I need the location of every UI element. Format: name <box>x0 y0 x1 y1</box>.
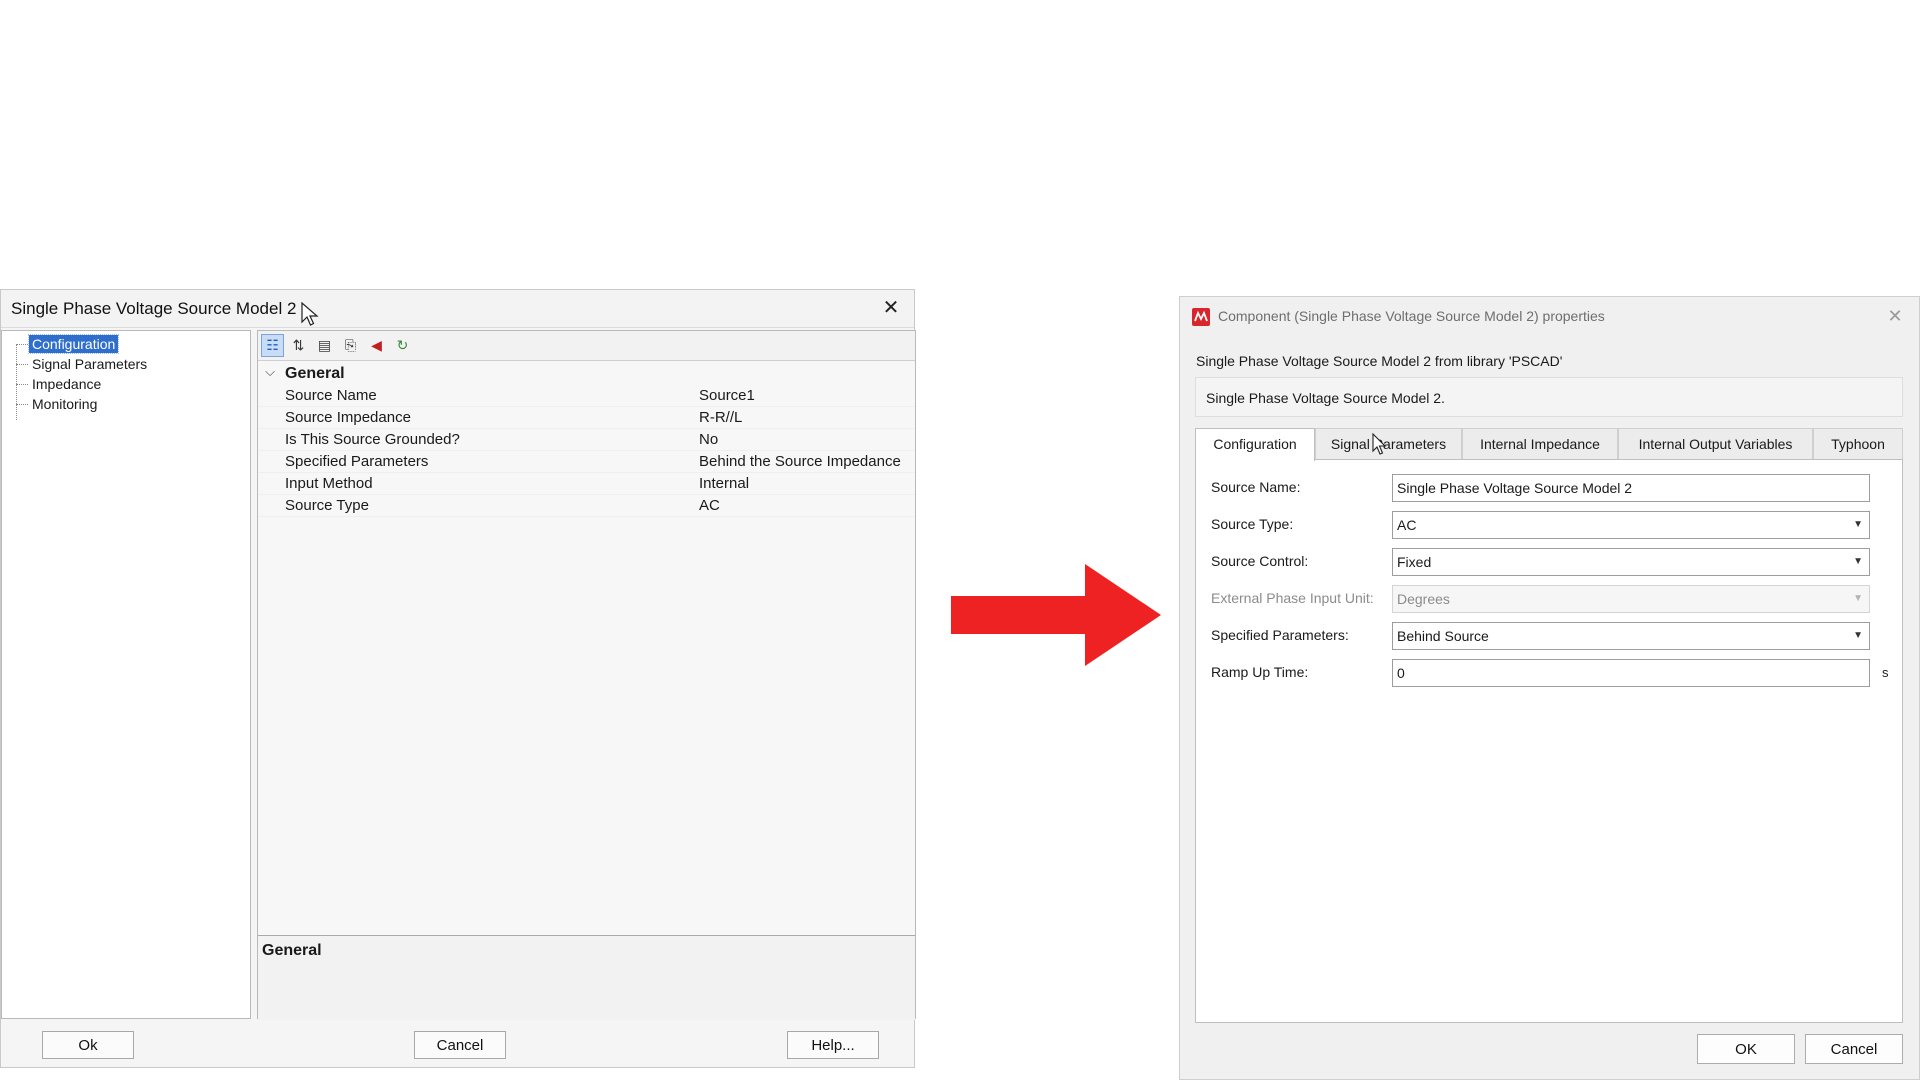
refresh-icon[interactable]: ↻ <box>391 334 414 357</box>
field-row-external-phase-unit: External Phase Input Unit: Degrees ▼ <box>1196 583 1902 613</box>
categorized-icon[interactable]: ☷ <box>261 334 284 357</box>
component-properties-dialog: Component (Single Phase Voltage Source M… <box>1179 296 1920 1080</box>
component-description-box: Single Phase Voltage Source Model 2. <box>1195 377 1903 417</box>
close-icon[interactable]: ✕ <box>878 295 904 321</box>
property-value[interactable]: AC <box>699 495 720 517</box>
property-name: Source Type <box>285 497 369 514</box>
arrow-shape <box>951 564 1161 666</box>
export-icon[interactable]: ⎘ <box>339 334 362 357</box>
tab-internal-output-variables[interactable]: Internal Output Variables <box>1618 428 1813 460</box>
property-grid-rows: ⌵ General Source Name Source1 Source Imp… <box>258 362 915 762</box>
collapse-chevron-icon[interactable]: ⌵ <box>262 364 278 380</box>
source-name-label: Source Name: <box>1211 479 1301 495</box>
tab-strip: Configuration Signal Parameters Internal… <box>1195 428 1905 461</box>
dropdown-caret-icon: ▼ <box>1853 593 1863 604</box>
close-icon[interactable]: ✕ <box>1883 304 1907 328</box>
source-control-select[interactable]: Fixed ▼ <box>1392 548 1870 576</box>
property-grid: ☷ ⇅ ▤ ⎘ ◀ ↻ ⌵ General Source Name Source… <box>257 330 916 1020</box>
category-label: General <box>285 365 345 382</box>
sort-alphabetical-icon[interactable]: ⇅ <box>287 334 310 357</box>
source-type-select[interactable]: AC ▼ <box>1392 511 1870 539</box>
property-name: Is This Source Grounded? <box>285 431 460 448</box>
mouse-cursor-icon <box>301 302 319 326</box>
ok-button[interactable]: Ok <box>42 1031 134 1059</box>
dropdown-caret-icon: ▼ <box>1853 519 1863 530</box>
property-value[interactable]: No <box>699 429 718 451</box>
tree-item-label: Impedance <box>32 376 102 392</box>
property-row-specified-parameters[interactable]: Specified Parameters Behind the Source I… <box>258 451 915 473</box>
left-dialog-title: Single Phase Voltage Source Model 2 <box>11 299 297 318</box>
category-row: ⌵ General <box>258 362 915 386</box>
property-name: Source Impedance <box>285 409 411 426</box>
ramp-up-time-input[interactable] <box>1392 659 1870 687</box>
description-title: General <box>262 942 322 959</box>
property-grid-toolbar: ☷ ⇅ ▤ ⎘ ◀ ↻ <box>258 331 915 361</box>
component-description: Single Phase Voltage Source Model 2. <box>1206 390 1445 406</box>
property-row-source-impedance[interactable]: Source Impedance R-R//L <box>258 407 915 429</box>
property-row-grounded[interactable]: Is This Source Grounded? No <box>258 429 915 451</box>
right-arrow-icon <box>951 564 1161 666</box>
expand-all-icon[interactable]: ▤ <box>313 334 336 357</box>
cancel-button[interactable]: Cancel <box>1805 1034 1903 1064</box>
property-name: Source Name <box>285 387 377 404</box>
ramp-up-time-unit: s <box>1882 665 1889 680</box>
ok-button[interactable]: OK <box>1697 1034 1795 1064</box>
configuration-tab-page: Source Name: Source Type: AC ▼ Source Co… <box>1195 459 1903 1023</box>
specified-parameters-select[interactable]: Behind Source ▼ <box>1392 622 1870 650</box>
tab-internal-impedance[interactable]: Internal Impedance <box>1462 428 1618 460</box>
ramp-up-time-label: Ramp Up Time: <box>1211 664 1309 680</box>
field-row-source-type: Source Type: AC ▼ <box>1196 509 1902 539</box>
tree-item-label: Configuration <box>27 334 120 354</box>
specified-parameters-label: Specified Parameters: <box>1211 627 1349 643</box>
app-logo-icon <box>1192 308 1210 326</box>
source-type-value: AC <box>1397 517 1417 533</box>
library-info: Single Phase Voltage Source Model 2 from… <box>1196 353 1563 369</box>
source-control-value: Fixed <box>1397 554 1432 570</box>
property-row-input-method[interactable]: Input Method Internal <box>258 473 915 495</box>
property-value[interactable]: Source1 <box>699 385 755 407</box>
property-row-source-name[interactable]: Source Name Source1 <box>258 385 915 407</box>
source-name-input[interactable] <box>1392 474 1870 502</box>
field-row-ramp-up-time: Ramp Up Time: s <box>1196 657 1902 687</box>
tab-signal-parameters[interactable]: Signal Parameters <box>1315 428 1462 460</box>
source-control-label: Source Control: <box>1211 553 1309 569</box>
source-type-label: Source Type: <box>1211 516 1294 532</box>
property-value[interactable]: R-R//L <box>699 407 742 429</box>
right-dialog-title: Component (Single Phase Voltage Source M… <box>1218 308 1605 324</box>
external-phase-unit-value: Degrees <box>1397 591 1450 607</box>
property-value[interactable]: Behind the Source Impedance <box>699 451 901 473</box>
tree-item-label: Monitoring <box>32 396 98 412</box>
specified-parameters-value: Behind Source <box>1397 628 1489 644</box>
property-name: Input Method <box>285 475 373 492</box>
external-phase-unit-label: External Phase Input Unit: <box>1211 590 1374 606</box>
dropdown-caret-icon: ▼ <box>1853 630 1863 641</box>
left-properties-dialog: Single Phase Voltage Source Model 2 ✕ Co… <box>0 289 916 1068</box>
category-tree: Configuration Signal Parameters Impedanc… <box>1 330 251 1019</box>
property-name: Specified Parameters <box>285 453 429 470</box>
external-phase-unit-select: Degrees ▼ <box>1392 585 1870 613</box>
tree-item-label: Signal Parameters <box>32 356 148 372</box>
help-button[interactable]: Help... <box>787 1031 879 1059</box>
property-value[interactable]: Internal <box>699 473 749 495</box>
field-row-source-name: Source Name: <box>1196 472 1902 502</box>
field-row-specified-parameters: Specified Parameters: Behind Source ▼ <box>1196 620 1902 650</box>
field-row-source-control: Source Control: Fixed ▼ <box>1196 546 1902 576</box>
property-row-source-type[interactable]: Source Type AC <box>258 495 915 517</box>
tree-connector <box>16 345 17 420</box>
right-titlebar: Component (Single Phase Voltage Source M… <box>1180 297 1919 337</box>
left-titlebar: Single Phase Voltage Source Model 2 ✕ <box>1 290 914 328</box>
dropdown-caret-icon: ▼ <box>1853 556 1863 567</box>
import-icon[interactable]: ◀ <box>365 334 388 357</box>
property-description-pane: General <box>258 935 915 1020</box>
tab-configuration[interactable]: Configuration <box>1195 428 1315 461</box>
mouse-cursor-icon <box>1372 433 1387 455</box>
cancel-button[interactable]: Cancel <box>414 1031 506 1059</box>
tab-typhoon[interactable]: Typhoon <box>1813 428 1903 460</box>
